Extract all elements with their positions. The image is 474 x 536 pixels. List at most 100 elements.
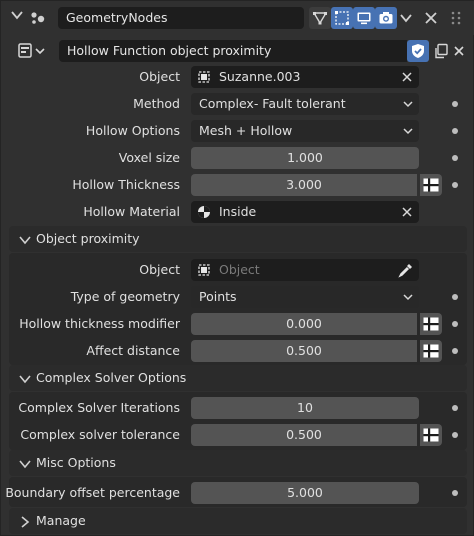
clear-icon[interactable] bbox=[401, 71, 413, 83]
manage-header[interactable]: Manage bbox=[9, 508, 467, 534]
monitor-icon bbox=[357, 12, 371, 25]
proximity-object-field[interactable]: Object bbox=[191, 259, 419, 281]
copy-icon bbox=[435, 43, 448, 59]
keyframe-dot[interactable] bbox=[452, 490, 458, 496]
chevron-down-icon bbox=[19, 236, 31, 245]
collapse-icon[interactable] bbox=[9, 7, 25, 23]
modifier-panel: GeometryNodes Hollow Function object pro… bbox=[0, 0, 474, 536]
shield-icon bbox=[412, 44, 424, 58]
type-of-geometry-value: Points bbox=[199, 289, 237, 304]
misc-options-header[interactable]: Misc Options bbox=[9, 450, 467, 476]
hollow-thickness-field[interactable]: 3.000 bbox=[191, 174, 417, 196]
method-value: Complex- Fault tolerant bbox=[199, 96, 346, 111]
solver-iterations-field[interactable]: 10 bbox=[191, 397, 419, 419]
attribute-toggle[interactable] bbox=[420, 313, 442, 335]
modifier-header: GeometryNodes bbox=[1, 1, 474, 35]
hollow-options-label: Hollow Options bbox=[85, 123, 180, 138]
solver-iterations-label: Complex Solver Iterations bbox=[18, 400, 180, 415]
method-dropdown[interactable]: Complex- Fault tolerant bbox=[191, 93, 419, 115]
attribute-toggle[interactable] bbox=[420, 174, 442, 196]
render-toggle[interactable] bbox=[375, 7, 397, 29]
edit-mode-toggle[interactable] bbox=[309, 7, 331, 29]
keyframe-dot[interactable] bbox=[452, 182, 458, 188]
object-value: Suzanne.003 bbox=[219, 69, 301, 84]
boundary-offset-row: Boundary offset percentage 5.000 bbox=[1, 482, 474, 504]
object-field[interactable]: Suzanne.003 bbox=[191, 66, 419, 88]
boundary-offset-label: Boundary offset percentage bbox=[5, 485, 180, 500]
camera-icon bbox=[379, 12, 393, 24]
misc-options-title: Misc Options bbox=[36, 455, 116, 470]
attribute-icon bbox=[423, 344, 439, 358]
chevron-down-icon[interactable] bbox=[399, 11, 413, 25]
keyframe-dot[interactable] bbox=[452, 321, 458, 327]
keyframe-dot[interactable] bbox=[452, 128, 458, 134]
hollow-options-value: Mesh + Hollow bbox=[199, 123, 293, 138]
node-group-name-field[interactable]: Hollow Function object proximity bbox=[59, 40, 407, 62]
unlink-button[interactable] bbox=[451, 40, 467, 62]
affect-distance-label: Affect distance bbox=[86, 343, 180, 358]
object-proximity-title: Object proximity bbox=[36, 231, 140, 246]
object-proximity-header[interactable]: Object proximity bbox=[9, 226, 467, 252]
type-of-geometry-label: Type of geometry bbox=[70, 289, 180, 304]
eyedropper-icon[interactable] bbox=[398, 262, 414, 278]
edit-mode-icon bbox=[312, 12, 328, 25]
hollow-options-dropdown[interactable]: Mesh + Hollow bbox=[191, 120, 419, 142]
object-row: Object Suzanne.003 bbox=[1, 66, 474, 88]
hollow-thickness-modifier-field[interactable]: 0.000 bbox=[191, 313, 417, 335]
fake-user-button[interactable] bbox=[407, 40, 429, 62]
cage-icon bbox=[335, 11, 349, 25]
attribute-icon bbox=[423, 317, 439, 331]
keyframe-dot[interactable] bbox=[452, 432, 458, 438]
keyframe-dot[interactable] bbox=[452, 294, 458, 300]
hollow-thickness-label: Hollow Thickness bbox=[72, 177, 180, 192]
object-label: Object bbox=[139, 69, 180, 84]
hollow-material-value: Inside bbox=[219, 204, 257, 219]
voxel-size-field[interactable]: 1.000 bbox=[191, 147, 419, 169]
manage-title: Manage bbox=[36, 513, 86, 528]
object-icon bbox=[198, 71, 210, 83]
object-icon bbox=[198, 264, 210, 276]
proximity-object-placeholder: Object bbox=[219, 262, 260, 277]
method-row: Method Complex- Fault tolerant bbox=[1, 93, 474, 115]
type-of-geometry-row: Type of geometry Points bbox=[1, 286, 474, 308]
hollow-thickness-modifier-label: Hollow thickness modifier bbox=[19, 316, 180, 331]
solver-tolerance-field[interactable]: 0.500 bbox=[191, 424, 417, 446]
keyframe-dot[interactable] bbox=[452, 155, 458, 161]
method-label: Method bbox=[133, 96, 180, 111]
complex-solver-header[interactable]: Complex Solver Options bbox=[9, 365, 467, 391]
chevron-down-icon bbox=[403, 101, 413, 108]
keyframe-dot[interactable] bbox=[452, 101, 458, 107]
viewport-toggle[interactable] bbox=[353, 7, 375, 29]
modifier-name-field[interactable]: GeometryNodes bbox=[58, 7, 304, 29]
complex-solver-title: Complex Solver Options bbox=[36, 370, 187, 385]
type-of-geometry-dropdown[interactable]: Points bbox=[191, 286, 419, 308]
attribute-toggle[interactable] bbox=[420, 340, 442, 362]
attribute-icon bbox=[423, 428, 439, 442]
hollow-thickness-modifier-row: Hollow thickness modifier 0.000 bbox=[1, 313, 474, 335]
attribute-toggle[interactable] bbox=[420, 424, 442, 446]
solver-iterations-row: Complex Solver Iterations 10 bbox=[1, 397, 474, 419]
keyframe-dot[interactable] bbox=[452, 405, 458, 411]
chevron-down-icon bbox=[403, 128, 413, 135]
keyframe-dot[interactable] bbox=[452, 348, 458, 354]
material-icon bbox=[198, 206, 210, 218]
voxel-size-label: Voxel size bbox=[118, 150, 180, 165]
solver-tolerance-label: Complex solver tolerance bbox=[20, 427, 180, 442]
geometry-nodes-icon bbox=[31, 12, 45, 24]
hollow-material-label: Hollow Material bbox=[83, 204, 180, 219]
node-tree-icon[interactable] bbox=[17, 41, 47, 61]
duplicate-button[interactable] bbox=[431, 40, 451, 62]
clear-icon[interactable] bbox=[401, 206, 413, 218]
drag-handle-icon[interactable] bbox=[449, 10, 463, 26]
attribute-icon bbox=[423, 178, 439, 192]
on-cage-toggle[interactable] bbox=[331, 7, 353, 29]
close-icon[interactable] bbox=[422, 9, 440, 27]
hollow-material-field[interactable]: Inside bbox=[191, 201, 419, 223]
chevron-right-icon bbox=[21, 516, 30, 528]
hollow-options-row: Hollow Options Mesh + Hollow bbox=[1, 120, 474, 142]
voxel-size-row: Voxel size 1.000 bbox=[1, 147, 474, 169]
affect-distance-field[interactable]: 0.500 bbox=[191, 340, 417, 362]
boundary-offset-field[interactable]: 5.000 bbox=[191, 482, 419, 504]
close-icon bbox=[454, 46, 464, 56]
proximity-object-label: Object bbox=[139, 262, 180, 277]
